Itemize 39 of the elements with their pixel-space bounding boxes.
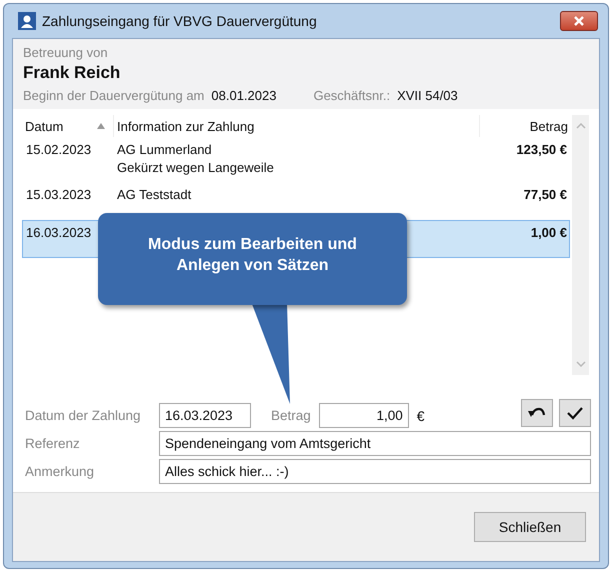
table-cell: 15.03.2023: [26, 187, 92, 202]
undo-icon: [528, 406, 546, 420]
column-header[interactable]: Datum: [22, 118, 113, 134]
undo-button[interactable]: [521, 398, 553, 426]
close-button[interactable]: [560, 11, 598, 31]
column-header[interactable]: Betrag: [480, 118, 570, 134]
note-field[interactable]: Alles schick hier... :-): [159, 459, 591, 484]
amount-label: Betrag: [271, 408, 311, 423]
table-cell: 77,50 €: [524, 187, 567, 202]
callout-text: Modus zum Bearbeiten und Anlegen von Sätzen: [147, 235, 358, 276]
note-label: Anmerkung: [25, 464, 96, 479]
confirm-button[interactable]: [559, 398, 591, 426]
sort-up-icon: [97, 123, 105, 129]
table-cell-text: AG Lummerland: [117, 142, 213, 157]
checkmark-icon: [566, 406, 584, 420]
case-number: XVII 54/03: [397, 88, 458, 103]
date-label: Datum der Zahlung: [25, 408, 142, 423]
table-cell-text: AG Teststadt: [117, 187, 192, 202]
window-title: Zahlungseingang für VBVG Dauervergütung: [42, 13, 317, 29]
caption-label: Betreuung von: [23, 45, 109, 60]
table-cell: 15.02.2023: [26, 142, 92, 157]
person-icon: [18, 12, 36, 30]
case-number-label: Geschäftsnr.:: [313, 88, 390, 103]
column-header[interactable]: Information zur Zahlung: [113, 115, 480, 137]
table-cell: 1,00 €: [530, 225, 567, 240]
reference-field[interactable]: Spendeneingang vom Amtsgericht: [159, 431, 591, 456]
start-date: 08.01.2023: [211, 88, 276, 103]
start-label: Beginn der Dauervergütung am: [23, 88, 204, 103]
table-cell-text: Gekürzt wegen Langeweile: [117, 160, 275, 175]
table-cell: 123,50 €: [516, 142, 567, 157]
amount-field[interactable]: 1,00: [318, 403, 409, 428]
reference-label: Referenz: [25, 436, 81, 451]
table-cell: 16.03.2023: [26, 225, 92, 240]
close-dialog-button[interactable]: Schließen: [474, 512, 586, 542]
person-name: Frank Reich: [23, 63, 122, 83]
currency-label: €: [416, 408, 425, 424]
date-field[interactable]: 16.03.2023: [159, 403, 251, 428]
table-row[interactable]: 15.02.2023 AG Lummerland Gekürzt wegen Langeweile 123,50 €: [22, 137, 570, 182]
close-icon: [573, 16, 585, 26]
